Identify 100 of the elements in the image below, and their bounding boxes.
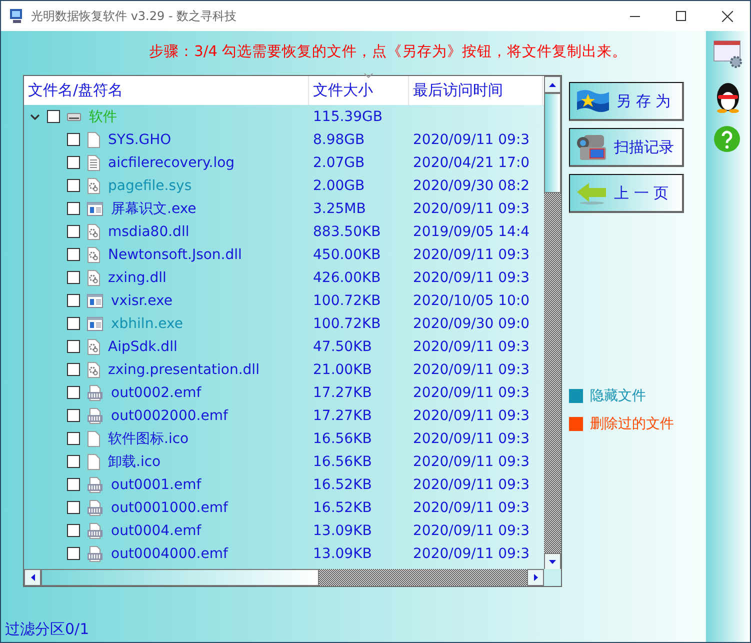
- checkbox[interactable]: [67, 432, 80, 445]
- scroll-down-button[interactable]: [544, 553, 561, 570]
- gear-file-icon: [87, 178, 100, 194]
- access-time: 2019/09/05 14:4: [412, 224, 531, 240]
- file-size: 883.50KB: [312, 224, 382, 240]
- file-name: out0002.emf: [111, 384, 202, 400]
- checkbox[interactable]: [67, 248, 80, 261]
- checkbox[interactable]: [67, 363, 80, 376]
- file-size: 426.00KB: [312, 270, 382, 286]
- instruction-text: 步骤：3/4 勾选需要恢复的文件，点《另存为》按钮，将文件复制出来。: [148, 43, 628, 62]
- checkbox[interactable]: [67, 386, 80, 399]
- access-time: 2020/09/11 09:3: [412, 522, 531, 538]
- scroll-up-button[interactable]: [544, 76, 561, 93]
- file-name: out0004.emf: [111, 522, 202, 538]
- file-name: 卸载.ico: [108, 452, 161, 470]
- checkbox[interactable]: [67, 455, 80, 468]
- image-file-icon: [87, 546, 103, 562]
- expand-chevron-icon[interactable]: [30, 112, 40, 122]
- access-time: 2020/09/11 09:3: [412, 476, 531, 492]
- file-name: aicfilerecovery.log: [108, 154, 235, 170]
- text-file-icon: [87, 154, 100, 170]
- checkbox[interactable]: [67, 524, 80, 537]
- down-arrow-icon: [549, 560, 556, 564]
- access-time: 2020/09/11 09:3: [412, 500, 531, 516]
- legend-label: 隐藏文件: [590, 387, 646, 405]
- scroll-right-button[interactable]: [527, 569, 544, 586]
- access-time: 2020/09/30 09:0: [412, 316, 531, 332]
- previous-page-button[interactable]: 上 一 页: [569, 174, 684, 213]
- checkbox[interactable]: [67, 501, 80, 514]
- file-size: 115.39GB: [312, 108, 384, 124]
- checkbox[interactable]: [67, 225, 80, 238]
- left-arrow-icon: [576, 181, 608, 205]
- scan-history-button[interactable]: 扫描记录: [569, 128, 684, 167]
- scrollbar-thumb[interactable]: [41, 569, 319, 586]
- file-size: 21.00KB: [312, 362, 373, 378]
- image-file-icon: [87, 476, 103, 492]
- checkbox[interactable]: [67, 156, 80, 169]
- left-arrow-icon: [30, 574, 34, 581]
- checkbox[interactable]: [67, 478, 80, 491]
- file-size: 2.00GB: [312, 178, 366, 194]
- scroll-left-button[interactable]: [24, 569, 41, 586]
- maximize-icon: [676, 11, 686, 21]
- file-name: SYS.GHO: [108, 132, 172, 148]
- save-as-button[interactable]: 另 存 为: [569, 82, 684, 121]
- file-name: Newtonsoft.Json.dll: [108, 246, 242, 262]
- access-time: 2020/09/11 09:3: [412, 338, 531, 354]
- drive-name: 软件: [89, 108, 117, 126]
- access-time: 2020/09/11 09:3: [412, 270, 531, 286]
- access-time: 2020/09/11 09:3: [412, 454, 531, 470]
- scrollbar-thumb[interactable]: [544, 93, 561, 193]
- access-time: 2020/10/05 10:0: [412, 292, 531, 308]
- checkbox[interactable]: [67, 294, 80, 307]
- file-size: 17.27KB: [312, 408, 373, 424]
- checkbox[interactable]: [67, 271, 80, 284]
- checkbox[interactable]: [67, 409, 80, 422]
- column-header[interactable]: 最后访问时间: [409, 76, 543, 105]
- file-size: 16.56KB: [312, 430, 373, 446]
- checkbox[interactable]: [67, 133, 80, 146]
- file-size: 17.27KB: [312, 384, 373, 400]
- image-file-icon: [87, 500, 103, 516]
- app-icon: [9, 8, 25, 24]
- access-time: 2020/09/11 09:3: [412, 384, 531, 400]
- file-name: out0004000.emf: [111, 546, 228, 562]
- access-time: 2020/09/11 09:3: [412, 362, 531, 378]
- gear-file-icon: [87, 338, 100, 354]
- blank-file-icon: [87, 430, 100, 446]
- file-size: 47.50KB: [312, 338, 373, 354]
- column-header[interactable]: 文件大小: [309, 76, 409, 105]
- file-size: 16.52KB: [312, 476, 373, 492]
- checkbox[interactable]: [47, 110, 60, 123]
- settings-icon[interactable]: [712, 39, 744, 69]
- access-time: 2020/09/11 09:3: [412, 200, 531, 216]
- status-text: 过滤分区0/1: [4, 619, 90, 640]
- file-name: out0001.emf: [111, 476, 202, 492]
- file-size: 100.72KB: [312, 292, 382, 308]
- access-time: 2020/09/11 09:3: [412, 408, 531, 424]
- file-name: AipSdk.dll: [108, 338, 178, 354]
- checkbox[interactable]: [67, 340, 80, 353]
- image-file-icon: [87, 408, 103, 424]
- checkbox[interactable]: [67, 317, 80, 330]
- camcorder-icon: [576, 132, 608, 162]
- blank-file-icon: [87, 132, 100, 148]
- gear-file-icon: [87, 270, 100, 286]
- file-name: pagefile.sys: [108, 178, 192, 194]
- checkbox[interactable]: [67, 202, 80, 215]
- image-file-icon: [87, 384, 103, 400]
- access-time: 2020/09/30 08:2: [412, 178, 531, 194]
- checkbox[interactable]: [67, 547, 80, 560]
- legend-label: 删除过的文件: [590, 415, 674, 433]
- file-size: 3.25MB: [312, 200, 367, 216]
- sort-icon: [364, 73, 373, 78]
- window-title: 光明数据恢复软件 v3.29 - 数之寻科技: [31, 8, 238, 24]
- checkbox[interactable]: [67, 179, 80, 192]
- access-time: 2020/09/11 09:3: [412, 546, 531, 562]
- blank-file-icon: [87, 454, 100, 470]
- column-header[interactable]: 文件名/盘符名: [24, 76, 309, 105]
- file-name: msdia80.dll: [108, 224, 190, 240]
- drive-icon: [67, 112, 81, 120]
- star-folder-icon: [576, 88, 610, 114]
- scrollbar-corner: [544, 569, 561, 586]
